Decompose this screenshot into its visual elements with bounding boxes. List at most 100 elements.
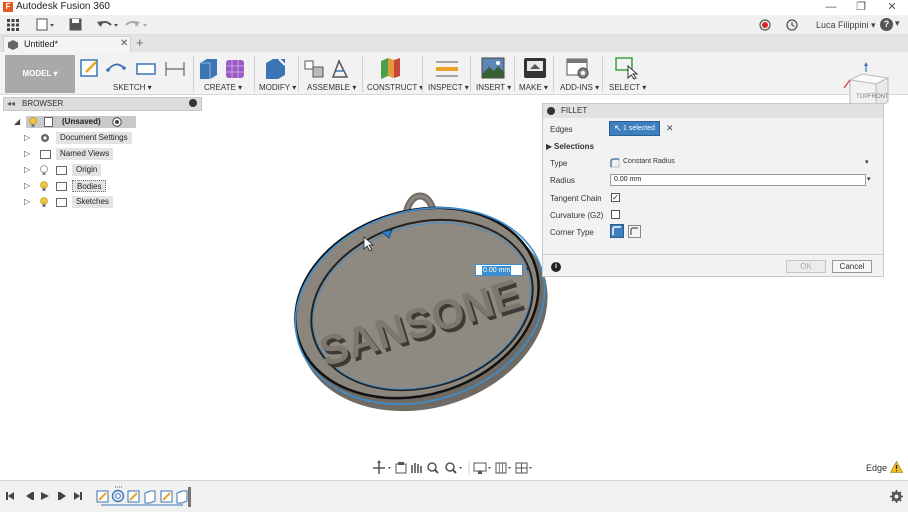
browser-item-document-settings[interactable]: ▷ Document Settings — [24, 132, 194, 145]
expand-triangle-icon[interactable]: ◢ — [14, 117, 20, 126]
info-icon[interactable]: i — [551, 262, 561, 272]
zoom-window-icon[interactable] — [445, 462, 462, 474]
inline-radius-field[interactable]: 0.00 mm — [475, 264, 523, 276]
drag-handle-icon[interactable]: ⋮ — [466, 264, 474, 273]
collapse-panel-icon[interactable]: ◂◂ — [7, 99, 15, 108]
radius-input[interactable]: 0.00 mm — [610, 174, 866, 186]
edges-label: Edges — [550, 125, 573, 134]
record-icon[interactable] — [759, 19, 771, 31]
make-menu[interactable]: MAKE ▾ — [519, 83, 548, 92]
expand-triangle-icon[interactable]: ▷ — [24, 197, 30, 206]
browser-item-origin[interactable]: ▷ Origin — [24, 164, 194, 177]
help-caret-icon[interactable]: ▾ — [895, 18, 900, 29]
expand-triangle-icon[interactable]: ▷ — [24, 181, 30, 190]
close-tab-icon[interactable]: ✕ — [120, 38, 128, 49]
undo-icon[interactable] — [96, 18, 120, 32]
visibility-bulb-icon[interactable] — [29, 117, 37, 127]
modify-menu[interactable]: MODIFY ▾ — [259, 83, 296, 92]
curvature-checkbox[interactable] — [611, 210, 620, 219]
zoom-icon[interactable] — [427, 462, 439, 474]
selections-expand-icon[interactable]: ▶ — [546, 142, 552, 151]
browser-item-bodies[interactable]: ▷ Bodies — [24, 180, 194, 193]
clear-selection-icon[interactable]: ✕ — [666, 123, 674, 134]
browser-item-sketches[interactable]: ▷ Sketches — [24, 196, 194, 209]
new-tab-button[interactable]: + — [136, 35, 144, 50]
type-dropdown[interactable]: Constant Radius ▾ — [609, 156, 875, 170]
dialog-pin-icon[interactable] — [547, 107, 555, 115]
browser-panel-header[interactable]: ◂◂ BROWSER — [3, 97, 202, 111]
browser-item-named-views[interactable]: ▷ Named Views — [24, 148, 194, 161]
timeline-settings-gear-icon[interactable] — [890, 490, 903, 503]
timeline-marker[interactable] — [188, 487, 191, 507]
assemble-tools-icons[interactable] — [303, 57, 355, 81]
file-menu-icon[interactable] — [36, 18, 56, 32]
help-icon[interactable]: ? — [880, 18, 893, 31]
viewports-icon[interactable] — [515, 462, 532, 474]
folder-icon — [56, 198, 67, 207]
user-name: Luca Filippini — [816, 20, 869, 30]
create-tools-icons[interactable] — [197, 57, 249, 81]
folder-icon — [56, 182, 67, 191]
selections-label[interactable]: Selections — [554, 142, 594, 151]
construct-menu[interactable]: CONSTRUCT ▾ — [367, 83, 423, 92]
corner-type-setback-icon[interactable] — [628, 225, 641, 238]
chevron-down-icon: ▾ — [865, 159, 869, 166]
edges-selection-button[interactable]: ↖ 1 selected — [609, 121, 660, 136]
press-pull-icon[interactable] — [263, 57, 289, 81]
sketch-menu[interactable]: SKETCH ▾ — [113, 83, 152, 92]
select-menu[interactable]: SELECT ▾ — [609, 83, 646, 92]
corner-type-rolling-ball-icon[interactable] — [610, 224, 624, 238]
browser-root-row[interactable]: ◢ (Unsaved) — [14, 116, 204, 129]
visibility-bulb-icon[interactable] — [40, 181, 48, 191]
activate-radio-icon[interactable] — [112, 117, 122, 127]
select-window-icon[interactable] — [614, 56, 640, 80]
fillet-dialog-header[interactable]: FILLET — [543, 104, 883, 118]
keychain-model[interactable]: SANSONE SANSONE — [280, 185, 570, 435]
chevron-down-icon[interactable]: ▾ — [526, 265, 530, 273]
component-icon — [44, 117, 53, 127]
expand-triangle-icon[interactable]: ▷ — [24, 165, 30, 174]
timeline-bar — [0, 480, 908, 512]
grid-settings-icon[interactable] — [495, 462, 511, 474]
inline-radius-entry[interactable]: ⋮ 0.00 mm ▾ — [466, 264, 534, 276]
add-ins-menu[interactable]: ADD-INS ▾ — [560, 83, 599, 92]
visibility-bulb-off-icon[interactable] — [40, 165, 48, 175]
add-ins-menu-label: ADD-INS — [560, 83, 593, 92]
display-settings-icon[interactable] — [473, 462, 491, 474]
visibility-bulb-icon[interactable] — [40, 197, 48, 207]
restore-button[interactable]: ❐ — [846, 0, 876, 15]
cancel-button[interactable]: Cancel — [832, 260, 872, 273]
close-window-button[interactable]: ✕ — [877, 0, 907, 15]
radius-options-caret-icon[interactable]: ▾ — [867, 175, 871, 183]
document-tab[interactable]: Untitled* ✕ — [3, 36, 131, 52]
job-status-icon[interactable] — [786, 19, 798, 31]
timeline-features[interactable] — [95, 484, 205, 510]
app-grid-icon[interactable] — [7, 19, 19, 31]
redo-icon[interactable] — [125, 18, 149, 32]
save-icon[interactable] — [69, 18, 82, 31]
viewcube-front-label: FRONT — [868, 94, 889, 100]
user-account-menu[interactable]: Luca Filippini ▾ — [816, 17, 876, 33]
expand-triangle-icon[interactable]: ▷ — [24, 133, 30, 142]
scripts-addins-icon[interactable] — [565, 56, 591, 80]
minimize-button[interactable]: — — [816, 0, 846, 15]
expand-triangle-icon[interactable]: ▷ — [24, 149, 30, 158]
pin-panel-icon[interactable] — [189, 99, 197, 107]
ok-button[interactable]: OK — [786, 260, 826, 273]
insert-image-icon[interactable] — [480, 56, 506, 80]
warning-icon[interactable] — [890, 461, 903, 473]
construct-plane-icon[interactable] — [378, 56, 404, 80]
insert-menu[interactable]: INSERT ▾ — [476, 83, 511, 92]
tangent-chain-checkbox[interactable]: ✓ — [611, 193, 620, 202]
look-at-icon[interactable] — [395, 462, 407, 474]
3d-print-icon[interactable] — [522, 56, 548, 80]
inspect-menu[interactable]: INSPECT ▾ — [428, 83, 469, 92]
sketch-tools-icons[interactable] — [80, 58, 190, 80]
timeline-playback-controls[interactable] — [5, 489, 87, 503]
create-menu[interactable]: CREATE ▾ — [204, 83, 242, 92]
workspace-switcher-button[interactable]: MODEL ▾ — [5, 55, 75, 93]
orbit-tool-icon[interactable] — [373, 460, 391, 474]
assemble-menu[interactable]: ASSEMBLE ▾ — [307, 83, 356, 92]
measure-icon[interactable] — [434, 57, 460, 81]
pan-hand-icon[interactable] — [411, 463, 422, 473]
